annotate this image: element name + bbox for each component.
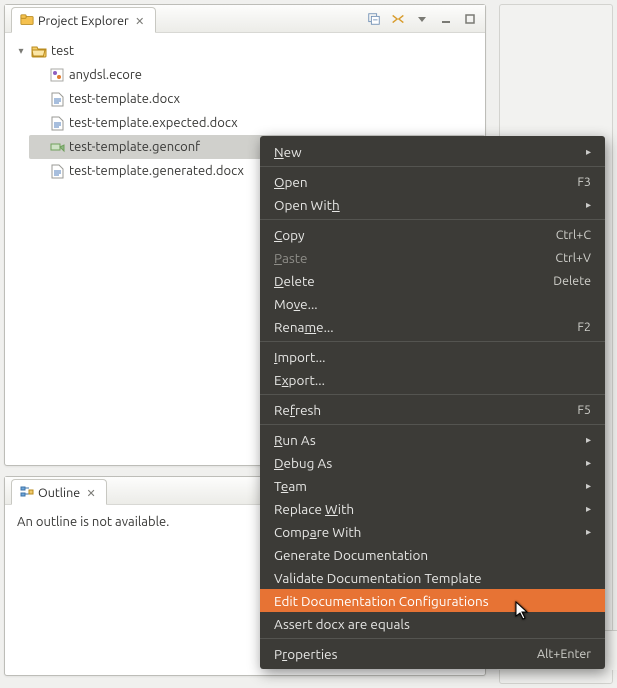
maximize-icon[interactable]: [461, 10, 479, 28]
conf-icon: [49, 139, 65, 155]
tree-file-node[interactable]: test-template.docx: [29, 87, 485, 111]
model-icon: [49, 67, 65, 83]
menu-item-move[interactable]: Move...: [260, 292, 605, 315]
menu-item-edit-documentation-configurations[interactable]: Edit Documentation Configurations: [260, 589, 605, 612]
menu-item-label: Compare With: [274, 524, 361, 540]
menu-item-label: Open: [274, 174, 308, 190]
menu-item-import[interactable]: Import...: [260, 345, 605, 368]
outline-tab[interactable]: Outline ✕: [11, 479, 107, 505]
menu-item-label: Refresh: [274, 402, 321, 418]
menu-item-label: Debug As: [274, 455, 332, 471]
menu-item-label: Paste: [274, 250, 307, 266]
tree-node-label: test-template.generated.docx: [69, 160, 244, 182]
minimize-icon[interactable]: [437, 10, 455, 28]
context-menu[interactable]: New ▸ Open F3 Open With ▸ Copy Ctrl+C Paste Ctrl+…: [260, 136, 605, 669]
submenu-arrow-icon: ▸: [586, 526, 591, 538]
menu-item-label: Open With: [274, 197, 340, 213]
menu-shortcut: Delete: [553, 274, 591, 288]
mouse-cursor-icon: [515, 601, 531, 621]
tree-node-label: anydsl.ecore: [69, 64, 142, 86]
submenu-arrow-icon: ▸: [586, 199, 591, 211]
menu-item-run-as[interactable]: Run As ▸: [260, 428, 605, 451]
tree-project-node[interactable]: ▾ test: [11, 39, 485, 63]
menu-item-label: Rename...: [274, 319, 334, 335]
tree-file-node[interactable]: test-template.expected.docx: [29, 111, 485, 135]
submenu-arrow-icon: ▸: [586, 146, 591, 158]
menu-item-label: Edit Documentation Configurations: [274, 593, 489, 609]
doc-icon: [49, 91, 65, 107]
menu-item-delete[interactable]: Delete Delete: [260, 269, 605, 292]
close-tab-icon[interactable]: ✕: [84, 486, 98, 500]
menu-item-open[interactable]: Open F3: [260, 170, 605, 193]
menu-item-export[interactable]: Export...: [260, 368, 605, 391]
view-menu-icon[interactable]: [413, 10, 431, 28]
menu-item-label: Run As: [274, 432, 316, 448]
menu-shortcut: F3: [577, 175, 591, 189]
menu-item-replace-with[interactable]: Replace With ▸: [260, 497, 605, 520]
menu-item-label: Properties: [274, 646, 337, 662]
menu-separator: [260, 166, 605, 167]
menu-separator: [260, 424, 605, 425]
open-folder-icon: [31, 43, 47, 59]
menu-item-open-with[interactable]: Open With ▸: [260, 193, 605, 216]
tree-file-node[interactable]: anydsl.ecore: [29, 63, 485, 87]
menu-item-label: Move...: [274, 296, 318, 312]
menu-item-team[interactable]: Team ▸: [260, 474, 605, 497]
outline-icon: [20, 485, 34, 502]
menu-shortcut: F5: [577, 403, 591, 417]
menu-item-debug-as[interactable]: Debug As ▸: [260, 451, 605, 474]
expand-toggle-icon[interactable]: ▾: [15, 40, 27, 62]
menu-shortcut: Alt+Enter: [537, 647, 591, 661]
doc-icon: [49, 115, 65, 131]
tree-node-label: test: [51, 40, 74, 62]
menu-item-validate-documentation-template[interactable]: Validate Documentation Template: [260, 566, 605, 589]
menu-separator: [260, 219, 605, 220]
menu-item-label: Validate Documentation Template: [274, 570, 482, 586]
explorer-tabbar: Project Explorer ✕: [5, 5, 485, 33]
menu-item-copy[interactable]: Copy Ctrl+C: [260, 223, 605, 246]
submenu-arrow-icon: ▸: [586, 503, 591, 515]
menu-item-label: Generate Documentation: [274, 547, 428, 563]
tab-label: Project Explorer: [38, 14, 129, 28]
menu-separator: [260, 341, 605, 342]
menu-separator: [260, 638, 605, 639]
menu-item-label: Copy: [274, 227, 305, 243]
menu-item-label: Replace With: [274, 501, 354, 517]
navigator-icon: [20, 13, 34, 30]
menu-item-label: Delete: [274, 273, 315, 289]
doc-icon: [49, 163, 65, 179]
menu-separator: [260, 394, 605, 395]
menu-item-assert-docx-are-equals[interactable]: Assert docx are equals: [260, 612, 605, 635]
close-tab-icon[interactable]: ✕: [133, 14, 147, 28]
menu-item-rename[interactable]: Rename... F2: [260, 315, 605, 338]
project-explorer-tab[interactable]: Project Explorer ✕: [11, 7, 156, 33]
collapse-all-icon[interactable]: [365, 10, 383, 28]
submenu-arrow-icon: ▸: [586, 434, 591, 446]
link-with-editor-icon[interactable]: [389, 10, 407, 28]
tree-node-label: test-template.docx: [69, 88, 180, 110]
menu-item-paste: Paste Ctrl+V: [260, 246, 605, 269]
submenu-arrow-icon: ▸: [586, 457, 591, 469]
tree-node-label: test-template.expected.docx: [69, 112, 238, 134]
menu-item-compare-with[interactable]: Compare With ▸: [260, 520, 605, 543]
tree-node-label: test-template.genconf: [69, 136, 200, 158]
menu-shortcut: Ctrl+C: [556, 228, 591, 242]
menu-item-refresh[interactable]: Refresh F5: [260, 398, 605, 421]
menu-item-label: Assert docx are equals: [274, 616, 410, 632]
menu-item-label: New: [274, 144, 302, 160]
menu-item-label: Import...: [274, 349, 325, 365]
menu-item-generate-documentation[interactable]: Generate Documentation: [260, 543, 605, 566]
menu-item-properties[interactable]: Properties Alt+Enter: [260, 642, 605, 665]
menu-shortcut: F2: [577, 320, 591, 334]
tab-label: Outline: [38, 486, 80, 500]
menu-item-new[interactable]: New ▸: [260, 140, 605, 163]
menu-item-label: Export...: [274, 372, 325, 388]
menu-item-label: Team: [274, 478, 307, 494]
menu-shortcut: Ctrl+V: [555, 251, 591, 265]
submenu-arrow-icon: ▸: [586, 480, 591, 492]
